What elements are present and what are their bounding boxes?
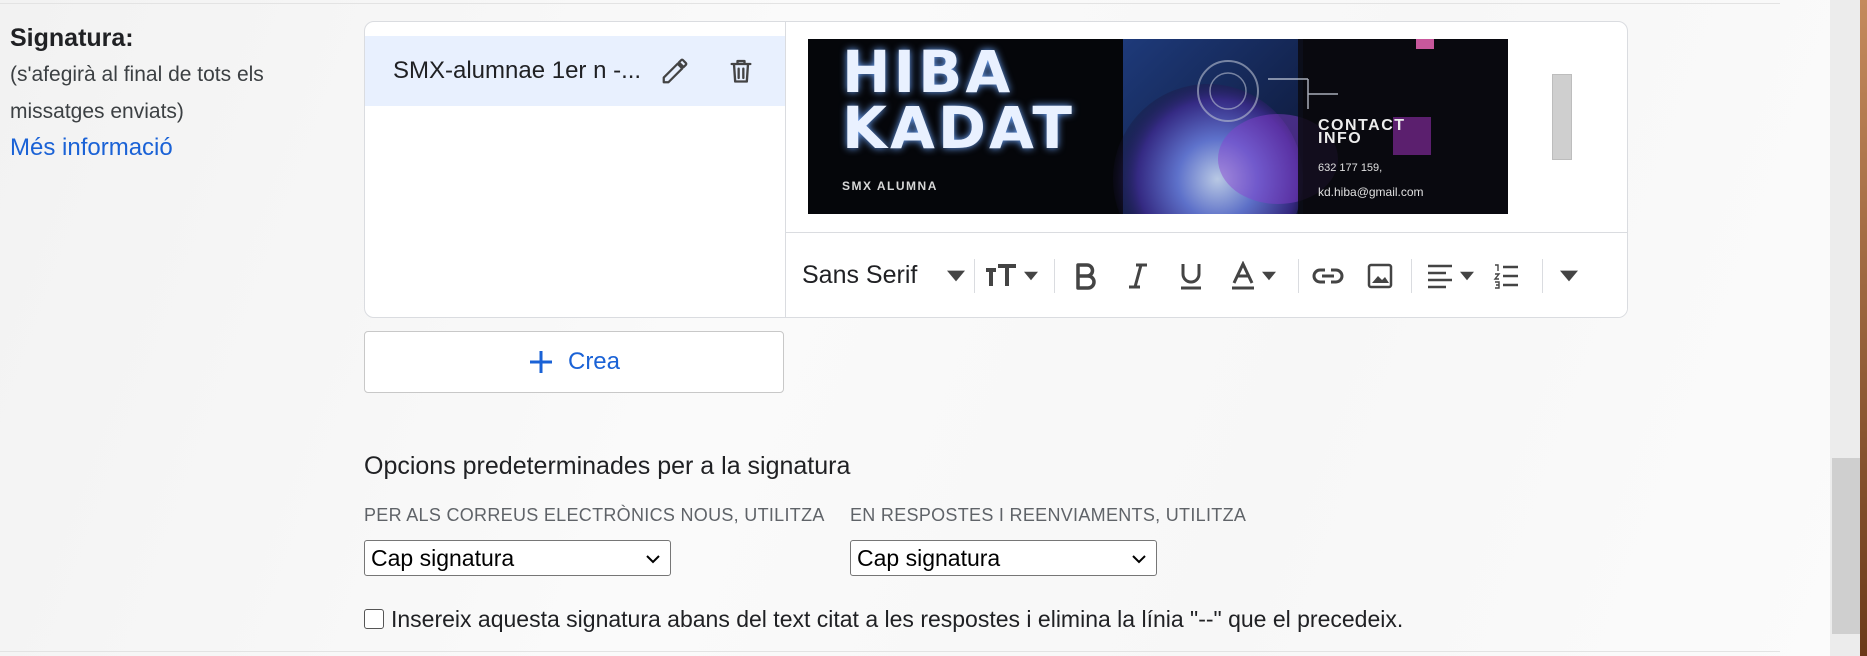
italic-icon xyxy=(1129,263,1147,288)
insert-before-quoted-label[interactable]: Insereix aquesta signatura abans del tex… xyxy=(391,606,1403,633)
chevron-down-icon xyxy=(1132,555,1146,564)
banner-name-line2: KADAT xyxy=(842,94,1075,162)
caret-down-icon xyxy=(1024,271,1038,280)
bold-button[interactable] xyxy=(1074,233,1098,317)
text-color-icon xyxy=(1232,260,1254,289)
plus-icon xyxy=(529,351,552,373)
formatting-toolbar: Sans Serif xyxy=(786,232,1627,317)
editor-scrollbar-thumb[interactable] xyxy=(1552,74,1572,160)
text-color-button[interactable] xyxy=(1230,233,1276,317)
align-left-icon xyxy=(1428,264,1452,288)
font-family-value: Sans Serif xyxy=(802,261,918,289)
delete-signature-button[interactable] xyxy=(721,51,761,91)
signature-name: SMX-alumnae 1er n -... xyxy=(393,57,642,84)
italic-button[interactable] xyxy=(1126,233,1150,317)
underline-button[interactable] xyxy=(1178,233,1204,317)
insert-image-button[interactable] xyxy=(1366,233,1394,317)
underline-icon xyxy=(1181,263,1201,289)
replies-signature-value: Cap signatura xyxy=(857,545,1001,571)
new-emails-signature-value: Cap signatura xyxy=(371,545,515,571)
editor-scrollbar[interactable] xyxy=(1552,74,1572,180)
banner-contact-heading: CONTACT INFO xyxy=(1318,118,1406,147)
signature-label-description: (s'afegirà al final de tots els missatge… xyxy=(10,63,264,123)
new-emails-label: PER ALS CORREUS ELECTRÒNICS NOUS, UTILIT… xyxy=(364,505,825,525)
trash-icon xyxy=(730,59,752,83)
numbered-list-icon xyxy=(1493,263,1518,289)
replies-label: EN RESPOSTES I REENVIAMENTS, UTILITZA xyxy=(850,505,1247,525)
image-icon xyxy=(1367,263,1393,288)
link-icon xyxy=(1312,268,1344,283)
pencil-icon xyxy=(662,58,688,84)
banner-role: SMX ALUMNA xyxy=(842,179,938,193)
toolbar-divider xyxy=(1054,259,1055,293)
more-formatting-button[interactable] xyxy=(1560,233,1578,317)
section-divider-top xyxy=(0,3,1780,4)
more-info-link[interactable]: Més informació xyxy=(10,130,310,166)
page-scrollbar-thumb[interactable] xyxy=(1832,458,1862,634)
banner-contact-heading-2: INFO xyxy=(1318,130,1363,147)
toolbar-divider xyxy=(974,259,975,293)
insert-before-quoted-checkbox[interactable] xyxy=(364,609,384,629)
create-signature-button[interactable]: Crea xyxy=(364,331,784,393)
signature-list-item[interactable]: SMX-alumnae 1er n -... xyxy=(365,36,785,106)
banner-phone: 632 177 159, xyxy=(1318,162,1383,174)
window-edge xyxy=(1860,0,1867,656)
caret-down-icon xyxy=(1560,270,1578,281)
signature-editor[interactable]: HIBA KADAT SMX ALUMNA CONTACT INFO 632 1… xyxy=(786,22,1627,317)
insert-link-button[interactable] xyxy=(1312,233,1344,317)
signature-label-column: Signatura: (s'afegirà al final de tots e… xyxy=(10,22,310,166)
caret-down-icon xyxy=(1262,271,1276,280)
edit-signature-button[interactable] xyxy=(655,51,695,91)
insert-before-quoted-option: Insereix aquesta signatura abans del tex… xyxy=(364,602,1403,636)
toolbar-divider xyxy=(1411,259,1412,293)
new-emails-signature-select[interactable]: Cap signatura xyxy=(364,540,671,576)
signature-label-title: Signatura: xyxy=(10,24,134,52)
caret-down-icon xyxy=(1460,271,1474,280)
font-size-button[interactable] xyxy=(984,233,1038,317)
signature-list: SMX-alumnae 1er n -... xyxy=(365,22,786,317)
banner-name-line1: HIBA xyxy=(842,39,1014,106)
toolbar-divider xyxy=(1298,259,1299,293)
numbered-list-button[interactable] xyxy=(1492,233,1520,317)
chevron-down-icon xyxy=(646,555,660,564)
signature-panel: SMX-alumnae 1er n -... HIBA KADAT SMX AL… xyxy=(364,21,1628,318)
font-family-select[interactable]: Sans Serif xyxy=(802,233,966,317)
section-divider-bottom xyxy=(0,651,1780,652)
bold-icon xyxy=(1076,262,1096,290)
caret-down-icon xyxy=(947,270,966,281)
signature-defaults-title: Opcions predeterminades per a la signatu… xyxy=(364,452,851,480)
text-size-icon xyxy=(986,263,1016,286)
toolbar-divider xyxy=(1542,259,1543,293)
signature-banner-image: HIBA KADAT SMX ALUMNA CONTACT INFO 632 1… xyxy=(808,39,1508,214)
align-button[interactable] xyxy=(1426,233,1474,317)
replies-signature-select[interactable]: Cap signatura xyxy=(850,540,1157,576)
create-signature-label: Crea xyxy=(567,348,621,375)
banner-email: kd.hiba@gmail.com xyxy=(1318,185,1424,199)
